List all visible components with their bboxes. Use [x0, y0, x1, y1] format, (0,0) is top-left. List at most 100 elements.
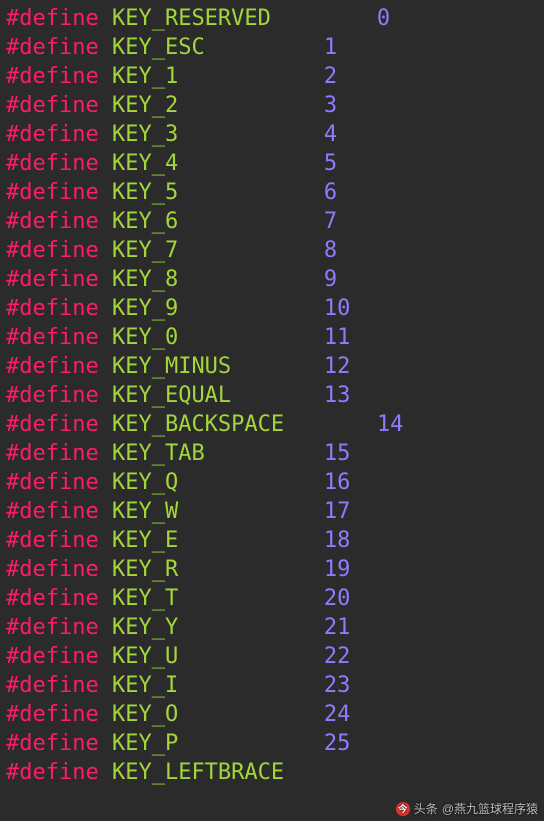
macro-value: 18 — [324, 528, 351, 553]
code-block: #define KEY_RESERVED 0#define KEY_ESC 1#… — [0, 0, 544, 787]
code-line: #define KEY_EQUAL 13 — [6, 381, 544, 410]
macro-name: KEY_1 — [112, 64, 178, 89]
preproc-directive: #define — [6, 6, 99, 31]
code-line: #define KEY_I 23 — [6, 671, 544, 700]
code-line: #define KEY_2 3 — [6, 91, 544, 120]
macro-value: 3 — [324, 93, 337, 118]
preproc-directive: #define — [6, 180, 99, 205]
preproc-directive: #define — [6, 470, 99, 495]
preproc-directive: #define — [6, 586, 99, 611]
toutiao-icon: 今 — [396, 802, 410, 816]
preproc-directive: #define — [6, 151, 99, 176]
macro-value: 12 — [324, 354, 351, 379]
macro-name: KEY_Y — [112, 615, 178, 640]
macro-name: KEY_O — [112, 702, 178, 727]
preproc-directive: #define — [6, 209, 99, 234]
preproc-directive: #define — [6, 325, 99, 350]
macro-value: 8 — [324, 238, 337, 263]
macro-value: 11 — [324, 325, 351, 350]
macro-name: KEY_T — [112, 586, 178, 611]
macro-name: KEY_EQUAL — [112, 383, 231, 408]
preproc-directive: #define — [6, 383, 99, 408]
macro-name: KEY_5 — [112, 180, 178, 205]
macro-value: 20 — [324, 586, 351, 611]
macro-name: KEY_8 — [112, 267, 178, 292]
code-line: #define KEY_MINUS 12 — [6, 352, 544, 381]
macro-name: KEY_9 — [112, 296, 178, 321]
macro-name: KEY_P — [112, 731, 178, 756]
preproc-directive: #define — [6, 267, 99, 292]
macro-name: KEY_Q — [112, 470, 178, 495]
code-line: #define KEY_O 24 — [6, 700, 544, 729]
watermark: 今 头条 @燕九篮球程序猿 — [396, 800, 538, 817]
preproc-directive: #define — [6, 238, 99, 263]
preproc-directive: #define — [6, 731, 99, 756]
macro-value: 5 — [324, 151, 337, 176]
code-line: #define KEY_LEFTBRACE — [6, 758, 544, 787]
preproc-directive: #define — [6, 615, 99, 640]
watermark-brand: 头条 — [414, 800, 438, 817]
code-line: #define KEY_8 9 — [6, 265, 544, 294]
macro-name: KEY_7 — [112, 238, 178, 263]
preproc-directive: #define — [6, 35, 99, 60]
code-line: #define KEY_W 17 — [6, 497, 544, 526]
macro-name: KEY_R — [112, 557, 178, 582]
macro-value: 6 — [324, 180, 337, 205]
code-line: #define KEY_6 7 — [6, 207, 544, 236]
macro-name: KEY_U — [112, 644, 178, 669]
preproc-directive: #define — [6, 557, 99, 582]
code-line: #define KEY_TAB 15 — [6, 439, 544, 468]
macro-name: KEY_MINUS — [112, 354, 231, 379]
macro-name: KEY_4 — [112, 151, 178, 176]
macro-value: 22 — [324, 644, 351, 669]
macro-value: 21 — [324, 615, 351, 640]
preproc-directive: #define — [6, 673, 99, 698]
macro-name: KEY_W — [112, 499, 178, 524]
macro-value: 7 — [324, 209, 337, 234]
preproc-directive: #define — [6, 354, 99, 379]
macro-name: KEY_ESC — [112, 35, 205, 60]
code-line: #define KEY_1 2 — [6, 62, 544, 91]
macro-name: KEY_RESERVED — [112, 6, 271, 31]
code-line: #define KEY_4 5 — [6, 149, 544, 178]
code-line: #define KEY_RESERVED 0 — [6, 4, 544, 33]
macro-value: 1 — [324, 35, 337, 60]
macro-value: 17 — [324, 499, 351, 524]
macro-name: KEY_0 — [112, 325, 178, 350]
preproc-directive: #define — [6, 528, 99, 553]
macro-name: KEY_I — [112, 673, 178, 698]
macro-name: KEY_TAB — [112, 441, 205, 466]
code-line: #define KEY_7 8 — [6, 236, 544, 265]
macro-name: KEY_6 — [112, 209, 178, 234]
code-line: #define KEY_Q 16 — [6, 468, 544, 497]
macro-value: 2 — [324, 64, 337, 89]
preproc-directive: #define — [6, 499, 99, 524]
macro-name: KEY_BACKSPACE — [112, 412, 284, 437]
code-line: #define KEY_P 25 — [6, 729, 544, 758]
code-line: #define KEY_0 11 — [6, 323, 544, 352]
macro-name: KEY_3 — [112, 122, 178, 147]
preproc-directive: #define — [6, 93, 99, 118]
watermark-handle: @燕九篮球程序猿 — [442, 800, 538, 817]
preproc-directive: #define — [6, 412, 99, 437]
macro-value: 15 — [324, 441, 351, 466]
code-line: #define KEY_BACKSPACE 14 — [6, 410, 544, 439]
code-line: #define KEY_R 19 — [6, 555, 544, 584]
preproc-directive: #define — [6, 644, 99, 669]
macro-value: 13 — [324, 383, 351, 408]
code-line: #define KEY_E 18 — [6, 526, 544, 555]
code-line: #define KEY_9 10 — [6, 294, 544, 323]
code-line: #define KEY_Y 21 — [6, 613, 544, 642]
macro-value: 16 — [324, 470, 351, 495]
code-line: #define KEY_T 20 — [6, 584, 544, 613]
preproc-directive: #define — [6, 64, 99, 89]
code-line: #define KEY_3 4 — [6, 120, 544, 149]
preproc-directive: #define — [6, 702, 99, 727]
preproc-directive: #define — [6, 296, 99, 321]
macro-value: 23 — [324, 673, 351, 698]
preproc-directive: #define — [6, 122, 99, 147]
macro-value: 25 — [324, 731, 351, 756]
code-line: #define KEY_U 22 — [6, 642, 544, 671]
macro-value: 4 — [324, 122, 337, 147]
macro-value: 0 — [377, 6, 390, 31]
